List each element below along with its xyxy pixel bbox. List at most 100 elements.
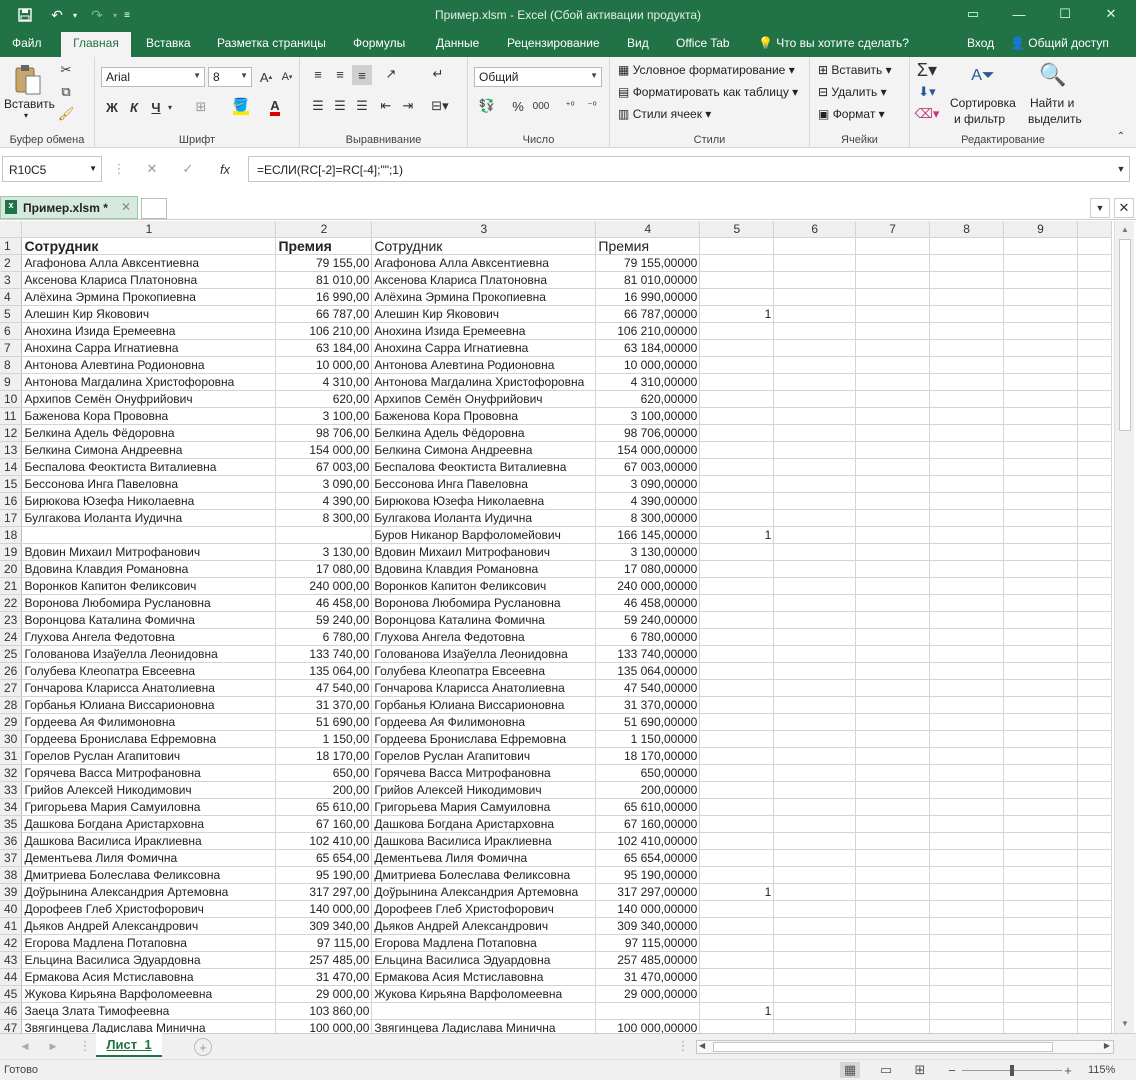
grid-cell[interactable]: 67 003,00 bbox=[275, 458, 373, 477]
empty-cell[interactable] bbox=[773, 288, 857, 307]
empty-cell[interactable] bbox=[1077, 849, 1112, 868]
empty-cell[interactable] bbox=[1003, 628, 1078, 647]
empty-cell[interactable] bbox=[1077, 288, 1112, 307]
grid-cell[interactable] bbox=[699, 254, 775, 273]
grid-cell[interactable]: 59 240,00000 bbox=[595, 611, 701, 630]
row-header[interactable]: 8 bbox=[0, 356, 23, 375]
grid-cell[interactable]: Антонова Алевтина Родионовна bbox=[371, 356, 597, 375]
grid-cell[interactable]: 65 654,00000 bbox=[595, 849, 701, 868]
empty-cell[interactable] bbox=[773, 407, 857, 426]
grid-cell[interactable] bbox=[699, 764, 775, 783]
empty-cell[interactable] bbox=[1003, 985, 1078, 1004]
grid-cell[interactable]: 3 090,00000 bbox=[595, 475, 701, 494]
grid-cell[interactable]: 140 000,00000 bbox=[595, 900, 701, 919]
empty-cell[interactable] bbox=[1077, 475, 1112, 494]
empty-cell[interactable] bbox=[1077, 509, 1112, 528]
empty-cell[interactable] bbox=[1077, 492, 1112, 511]
horizontal-scroll-thumb[interactable] bbox=[713, 1042, 1053, 1052]
scroll-up-icon[interactable]: ▲ bbox=[1118, 223, 1132, 235]
grid-cell[interactable] bbox=[699, 475, 775, 494]
grid-cell[interactable] bbox=[699, 900, 775, 919]
align-right-icon[interactable]: ☰ bbox=[352, 97, 372, 115]
grid-cell[interactable]: 47 540,00 bbox=[275, 679, 373, 698]
empty-cell[interactable] bbox=[1077, 713, 1112, 732]
empty-cell[interactable] bbox=[855, 645, 931, 664]
grid-cell[interactable]: 4 310,00 bbox=[275, 373, 373, 392]
new-tab-button[interactable] bbox=[141, 198, 167, 219]
grid-cell[interactable] bbox=[699, 968, 775, 987]
expand-formula-bar-icon[interactable]: ▼ bbox=[1114, 162, 1128, 176]
empty-cell[interactable] bbox=[1003, 1019, 1078, 1033]
grid-cell[interactable] bbox=[699, 577, 775, 596]
empty-cell[interactable] bbox=[1003, 407, 1078, 426]
empty-cell[interactable] bbox=[855, 764, 931, 783]
close-all-tabs-icon[interactable]: ✕ bbox=[1114, 198, 1134, 218]
increase-font-icon[interactable]: A ▴ bbox=[257, 67, 275, 87]
row-header[interactable]: 31 bbox=[0, 747, 23, 766]
add-sheet-icon[interactable]: + bbox=[194, 1038, 212, 1056]
empty-cell[interactable] bbox=[929, 713, 1005, 732]
empty-cell[interactable] bbox=[1003, 781, 1078, 800]
autosum-icon[interactable]: Σ▾ bbox=[914, 60, 940, 80]
grid-cell[interactable] bbox=[699, 594, 775, 613]
empty-cell[interactable] bbox=[1003, 526, 1078, 545]
empty-cell[interactable] bbox=[929, 390, 1005, 409]
row-header[interactable]: 45 bbox=[0, 985, 23, 1004]
grid-cell[interactable]: Агафонова Алла Авксентиевна bbox=[371, 254, 597, 273]
grid-cell[interactable]: 47 540,00000 bbox=[595, 679, 701, 698]
row-header[interactable]: 47 bbox=[0, 1019, 23, 1033]
cells-table[interactable]: 1 2 3 4 5 6 7 8 9 1 Сотрудник Премия Сотруд… bbox=[0, 221, 1112, 1033]
row-header[interactable]: 22 bbox=[0, 594, 23, 613]
grid-cell[interactable]: 95 190,00 bbox=[275, 866, 373, 885]
grid-cell[interactable]: Аксенова Клариса Платоновна bbox=[371, 271, 597, 290]
increase-indent-icon[interactable]: ⇥ bbox=[398, 97, 418, 115]
empty-cell[interactable] bbox=[929, 662, 1005, 681]
row-header[interactable]: 1 bbox=[0, 237, 23, 256]
grid-cell[interactable] bbox=[699, 458, 775, 477]
grid-cell[interactable]: 98 706,00 bbox=[275, 424, 373, 443]
empty-cell[interactable] bbox=[1077, 951, 1112, 970]
grid-cell[interactable]: Аксенова Клариса Платоновна bbox=[21, 271, 277, 290]
grid-cell[interactable]: Баженова Кора Прововна bbox=[21, 407, 277, 426]
grid-cell[interactable]: Алешин Кир Яковович bbox=[371, 305, 597, 324]
paste-icon[interactable] bbox=[12, 63, 44, 97]
empty-cell[interactable] bbox=[929, 985, 1005, 1004]
row-header[interactable]: 18 bbox=[0, 526, 23, 545]
tab-home[interactable]: Главная bbox=[61, 32, 131, 57]
grid-cell[interactable]: Алёхина Эрмина Прокопиевна bbox=[21, 288, 277, 307]
grid-cell[interactable]: 66 787,00000 bbox=[595, 305, 701, 324]
decrease-decimal-icon[interactable]: ⁻⁰ bbox=[582, 97, 602, 115]
grid-cell[interactable]: 67 160,00 bbox=[275, 815, 373, 834]
row-header[interactable]: 16 bbox=[0, 492, 23, 511]
empty-cell[interactable] bbox=[1003, 441, 1078, 460]
grid-cell[interactable]: Архипов Семён Онуфрийович bbox=[371, 390, 597, 409]
grid-cell[interactable]: 65 654,00 bbox=[275, 849, 373, 868]
empty-cell[interactable] bbox=[773, 424, 857, 443]
empty-cell[interactable] bbox=[773, 747, 857, 766]
empty-cell[interactable] bbox=[929, 815, 1005, 834]
grid-cell[interactable] bbox=[699, 679, 775, 698]
empty-cell[interactable] bbox=[773, 951, 857, 970]
grid-cell[interactable] bbox=[699, 424, 775, 443]
row-header[interactable]: 14 bbox=[0, 458, 23, 477]
decrease-indent-icon[interactable]: ⇤ bbox=[376, 97, 396, 115]
prev-sheet-icon[interactable]: ◀ bbox=[18, 1039, 32, 1053]
delete-cells-button[interactable]: ⊟ Удалить ▾ bbox=[818, 85, 887, 99]
empty-cell[interactable] bbox=[1003, 475, 1078, 494]
cut-icon[interactable]: ✂ bbox=[56, 61, 76, 79]
grid-cell[interactable] bbox=[699, 866, 775, 885]
empty-cell[interactable] bbox=[929, 577, 1005, 596]
grid-cell[interactable] bbox=[699, 288, 775, 307]
grid-cell[interactable]: 65 610,00000 bbox=[595, 798, 701, 817]
empty-cell[interactable] bbox=[855, 254, 931, 273]
grid-cell[interactable]: 317 297,00 bbox=[275, 883, 373, 902]
empty-cell[interactable] bbox=[929, 543, 1005, 562]
empty-cell[interactable] bbox=[773, 1019, 857, 1033]
grid-cell[interactable]: 46 458,00000 bbox=[595, 594, 701, 613]
vertical-scrollbar[interactable]: ▲ ▼ bbox=[1114, 221, 1134, 1033]
grid-cell[interactable]: Гончарова Кларисса Анатолиевна bbox=[371, 679, 597, 698]
column-header[interactable] bbox=[1077, 221, 1112, 239]
row-header[interactable]: 40 bbox=[0, 900, 23, 919]
grid-cell[interactable]: Анохина Изида Еремеевна bbox=[371, 322, 597, 341]
empty-cell[interactable] bbox=[855, 441, 931, 460]
